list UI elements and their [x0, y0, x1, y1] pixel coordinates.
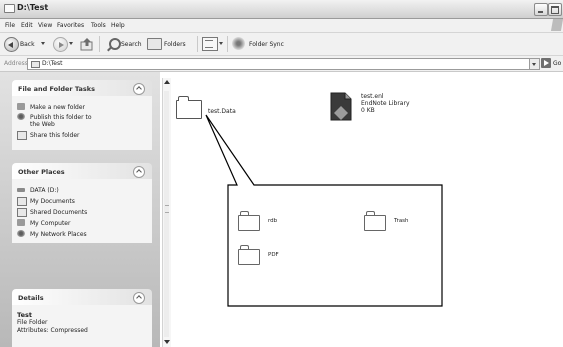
folder-item-rdb[interactable]: rdb: [238, 210, 298, 231]
file-name: Trash: [394, 218, 409, 224]
explorer-window: D:\Test File Edit View Favorites Tools H…: [0, 0, 563, 347]
file-name: PDF: [268, 252, 279, 258]
folder-item-trash[interactable]: Trash: [364, 210, 434, 231]
folder-icon: [238, 211, 260, 231]
folder-icon: [238, 245, 260, 265]
folder-icon: [364, 211, 386, 231]
folder-item-pdf[interactable]: PDF: [238, 244, 298, 265]
zoom-callout: [205, 114, 443, 307]
file-name: rdb: [268, 218, 278, 224]
